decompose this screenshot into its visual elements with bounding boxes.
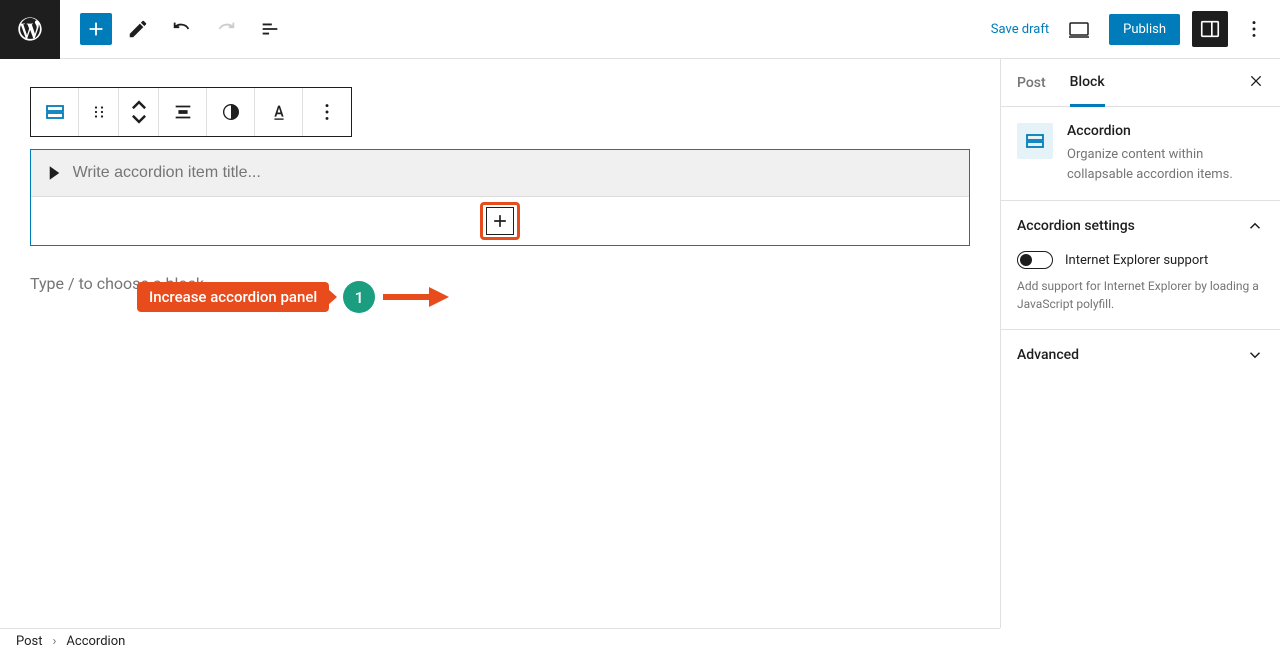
annotation-label: Increase accordion panel — [137, 282, 329, 312]
publish-button[interactable]: Publish — [1109, 14, 1180, 45]
sidebar-tabs: Post Block — [1001, 59, 1280, 107]
accordion-body — [31, 197, 969, 245]
panel-title: Accordion settings — [1017, 218, 1135, 234]
annotation-number: 1 — [343, 281, 375, 313]
pencil-icon — [127, 18, 149, 40]
toolbar-left — [60, 11, 288, 47]
close-icon — [1248, 73, 1264, 89]
drag-handle[interactable] — [79, 88, 119, 136]
drag-icon — [90, 103, 108, 121]
accordion-icon — [1023, 129, 1047, 153]
block-more-button[interactable] — [303, 88, 351, 136]
undo-icon — [171, 18, 193, 40]
kebab-icon — [316, 101, 338, 123]
sidebar-icon — [1199, 18, 1221, 40]
chevron-up-icon[interactable] — [132, 100, 146, 110]
annotation: Increase accordion panel 1 — [137, 281, 451, 313]
block-description: Organize content within collapsable acco… — [1067, 145, 1264, 184]
advanced-header[interactable]: Advanced — [1001, 330, 1280, 380]
add-block-button[interactable] — [80, 13, 112, 45]
breadcrumb-separator: › — [53, 634, 57, 649]
accordion-item-header[interactable] — [31, 150, 969, 197]
sidebar: Post Block Accordion Organize content wi… — [1000, 59, 1280, 628]
more-menu-button[interactable] — [1240, 11, 1268, 47]
edit-tool-button[interactable] — [120, 11, 156, 47]
device-icon — [1067, 17, 1091, 41]
wordpress-logo[interactable] — [0, 0, 60, 59]
add-accordion-item-button[interactable] — [486, 207, 514, 235]
advanced-panel: Advanced — [1001, 329, 1280, 380]
tab-block[interactable]: Block — [1070, 60, 1105, 107]
align-icon — [172, 101, 194, 123]
sidebar-toggle-button[interactable] — [1192, 11, 1228, 47]
ie-support-label: Internet Explorer support — [1065, 253, 1208, 268]
document-outline-button[interactable] — [252, 11, 288, 47]
breadcrumb-root[interactable]: Post — [16, 634, 43, 649]
save-draft-link[interactable]: Save draft — [991, 22, 1049, 37]
close-sidebar-button[interactable] — [1248, 73, 1264, 93]
ie-support-toggle[interactable] — [1017, 251, 1053, 269]
duotone-icon — [220, 101, 242, 123]
block-info: Accordion Organize content within collap… — [1001, 107, 1280, 200]
preview-button[interactable] — [1061, 11, 1097, 47]
main-area: Type / to choose a block Increase accord… — [0, 59, 1280, 628]
accordion-block[interactable] — [30, 149, 970, 246]
triangle-right-icon — [47, 166, 61, 180]
duotone-button[interactable] — [207, 88, 255, 136]
wordpress-icon — [16, 15, 44, 43]
kebab-icon — [1243, 18, 1265, 40]
accordion-settings-header[interactable]: Accordion settings — [1001, 201, 1280, 251]
redo-button[interactable] — [208, 11, 244, 47]
block-type-button[interactable] — [31, 88, 79, 136]
breadcrumb: Post › Accordion — [0, 628, 1000, 653]
accordion-settings-panel: Accordion settings Internet Explorer sup… — [1001, 200, 1280, 329]
move-buttons — [119, 88, 159, 136]
redo-icon — [215, 18, 237, 40]
breadcrumb-current[interactable]: Accordion — [66, 634, 125, 649]
accordion-icon — [43, 100, 67, 124]
block-title: Accordion — [1067, 123, 1264, 139]
chevron-down-icon — [1246, 346, 1264, 364]
editor-area: Type / to choose a block Increase accord… — [0, 59, 1000, 628]
text-format-button[interactable] — [255, 88, 303, 136]
align-button[interactable] — [159, 88, 207, 136]
undo-button[interactable] — [164, 11, 200, 47]
block-type-icon — [1017, 123, 1053, 159]
list-icon — [259, 18, 281, 40]
ie-support-help: Add support for Internet Explorer by loa… — [1017, 277, 1264, 313]
panel-title: Advanced — [1017, 347, 1079, 363]
plus-icon — [490, 211, 510, 231]
top-bar: Save draft Publish — [0, 0, 1280, 59]
chevron-up-icon — [1246, 217, 1264, 235]
accordion-title-input[interactable] — [73, 164, 953, 182]
toolbar-right: Save draft Publish — [991, 11, 1280, 47]
text-icon — [268, 101, 290, 123]
arrow-right-icon — [381, 285, 451, 309]
block-toolbar — [30, 87, 352, 137]
chevron-down-icon[interactable] — [132, 114, 146, 124]
ie-support-row: Internet Explorer support — [1017, 251, 1264, 269]
tab-post[interactable]: Post — [1017, 61, 1046, 105]
panel-body: Internet Explorer support Add support fo… — [1001, 251, 1280, 329]
plus-icon — [85, 18, 107, 40]
